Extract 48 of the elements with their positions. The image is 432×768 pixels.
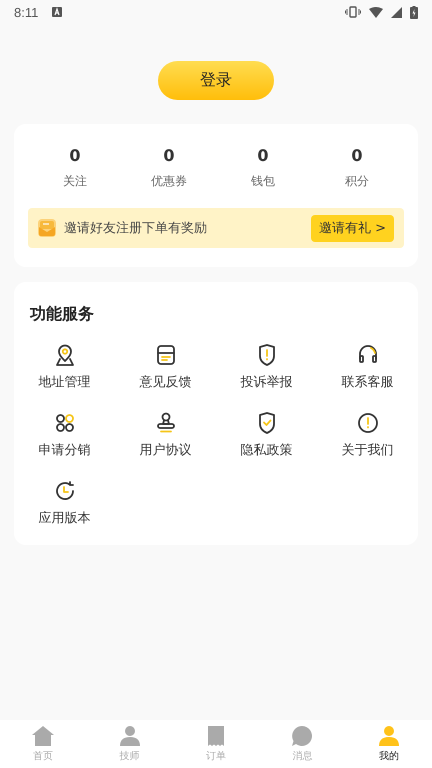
status-time: 8:11 xyxy=(14,4,38,20)
section-title: 功能服务 xyxy=(28,304,95,325)
service-label: 投诉举报 xyxy=(240,374,292,391)
service-item[interactable]: 关于我们 xyxy=(317,411,418,459)
user-icon xyxy=(118,725,141,747)
nav-label: 技师 xyxy=(120,750,140,763)
service-label: 联系客服 xyxy=(342,374,394,391)
service-label: 隐私政策 xyxy=(240,442,292,459)
service-label: 关于我们 xyxy=(342,442,394,459)
signal-icon xyxy=(391,6,402,18)
nav-label: 首页 xyxy=(33,750,54,763)
service-item[interactable]: 地址管理 xyxy=(14,343,115,391)
service-item[interactable]: 联系客服 xyxy=(317,343,418,391)
home-icon xyxy=(32,725,54,747)
nav-tab[interactable]: 我的 xyxy=(346,720,432,768)
invite-button[interactable]: 邀请有礼 > xyxy=(310,214,394,242)
envelope-icon xyxy=(38,219,56,237)
service-item[interactable]: 申请分销 xyxy=(14,411,115,459)
invite-text: 邀请好友注册下单有奖励 xyxy=(64,220,208,237)
service-label: 申请分销 xyxy=(38,442,90,459)
service-item[interactable]: 投诉举报 xyxy=(216,343,317,391)
nav-label: 消息 xyxy=(292,750,312,763)
service-label: 用户协议 xyxy=(140,442,192,459)
stat-label: 钱包 xyxy=(251,173,275,190)
service-label: 意见反馈 xyxy=(140,374,192,391)
service-label: 地址管理 xyxy=(38,374,90,391)
service-item[interactable]: 应用版本 xyxy=(14,479,115,527)
info-icon xyxy=(356,411,380,435)
chat-icon xyxy=(291,725,314,747)
user-icon xyxy=(378,725,400,747)
stat-label: 优惠券 xyxy=(151,173,187,190)
vibrate-icon xyxy=(345,6,361,18)
login-button[interactable]: 登录 xyxy=(158,61,274,100)
service-item[interactable]: 用户协议 xyxy=(115,411,216,459)
stat-value: 0 xyxy=(69,146,81,165)
stat-value: 0 xyxy=(351,146,363,165)
stat-label: 积分 xyxy=(345,173,369,190)
stat-value: 0 xyxy=(257,146,269,165)
service-item[interactable]: 隐私政策 xyxy=(216,411,317,459)
service-item[interactable]: 意见反馈 xyxy=(115,343,216,391)
nav-label: 我的 xyxy=(378,750,399,763)
notification-icon xyxy=(52,7,62,17)
stat-label: 关注 xyxy=(63,173,87,190)
wifi-icon xyxy=(369,6,383,18)
battery-icon xyxy=(410,6,418,18)
stat-value: 0 xyxy=(163,146,175,165)
nav-label: 订单 xyxy=(206,750,226,763)
service-label: 应用版本 xyxy=(38,510,90,527)
